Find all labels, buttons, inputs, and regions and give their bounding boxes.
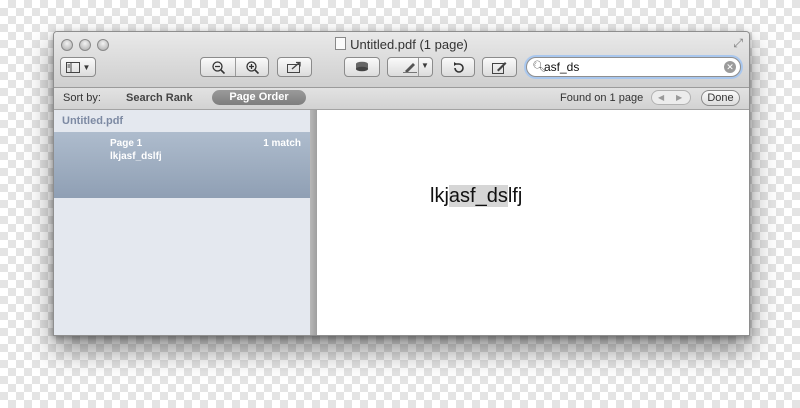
document-text: lkjasf_dslfj — [430, 185, 522, 208]
done-button[interactable]: Done — [701, 90, 740, 106]
annotate-button[interactable]: ▼ — [387, 57, 433, 77]
text-after-match: lfj — [507, 185, 523, 207]
search-input[interactable] — [544, 59, 714, 75]
sidebar-view-button[interactable]: ▼ — [60, 57, 96, 77]
window-title: Untitled.pdf (1 page) — [54, 37, 749, 52]
sidebar-splitter[interactable] — [310, 110, 317, 335]
zoom-in-button[interactable] — [236, 58, 269, 76]
sort-search-rank-button[interactable]: Search Rank — [126, 92, 193, 104]
next-result-icon[interactable]: ▶ — [676, 91, 682, 104]
title-toolbar: Untitled.pdf (1 page) ⤢ ▼ ▼ 🔍︎ asf_ds ✕ — [54, 32, 749, 88]
share-icon — [287, 61, 301, 73]
found-count-text: Found on 1 page — [560, 92, 644, 104]
zoom-control — [200, 57, 269, 77]
highlight-button[interactable] — [344, 57, 380, 77]
edit-icon — [492, 61, 507, 74]
result-match-count: 1 match — [263, 138, 301, 149]
segment-divider — [418, 58, 419, 76]
result-page-label: Page 1 — [110, 138, 143, 149]
search-field[interactable]: 🔍︎ ✕ — [526, 57, 741, 77]
search-match-highlight: asf_ds — [448, 185, 508, 207]
fullscreen-icon[interactable]: ⤢ — [733, 36, 743, 51]
zoom-out-icon — [211, 60, 225, 74]
edit-button[interactable] — [482, 57, 517, 77]
text-before-match: lkj — [430, 185, 449, 207]
previous-result-icon[interactable]: ◀ — [658, 91, 664, 104]
highlight-icon — [356, 61, 368, 72]
window-title-text: Untitled.pdf (1 page) — [350, 37, 468, 52]
list-item[interactable]: Page 1 1 match lkjasf_dslfj — [54, 132, 310, 198]
sidebar-toggle-icon — [65, 61, 80, 73]
pdf-document-icon — [335, 37, 347, 50]
rotate-button[interactable] — [441, 57, 475, 77]
chevron-down-icon: ▼ — [421, 61, 429, 70]
rotate-icon — [454, 61, 464, 73]
chevron-down-icon: ▼ — [82, 62, 91, 72]
sort-by-label: Sort by: — [63, 92, 101, 104]
preview-window: Untitled.pdf (1 page) ⤢ ▼ ▼ 🔍︎ asf_ds ✕ … — [53, 31, 750, 336]
share-button[interactable] — [277, 57, 312, 77]
result-snippet: lkjasf_dslfj — [110, 151, 162, 162]
pen-icon — [403, 63, 417, 73]
zoom-out-button[interactable] — [201, 58, 235, 76]
find-bar: Sort by: Search Rank Page Order Found on… — [54, 88, 749, 110]
search-results-sidebar: Untitled.pdf Page 1 1 match lkjasf_dslfj — [54, 110, 310, 335]
results-file-name: Untitled.pdf — [62, 115, 124, 127]
clear-search-icon[interactable]: ✕ — [724, 61, 736, 73]
result-navigation: ◀ ▶ — [651, 90, 691, 105]
sort-page-order-button[interactable]: Page Order — [212, 90, 306, 105]
zoom-in-icon — [246, 60, 259, 74]
document-view[interactable]: lkjasf_dslfj — [317, 110, 749, 335]
